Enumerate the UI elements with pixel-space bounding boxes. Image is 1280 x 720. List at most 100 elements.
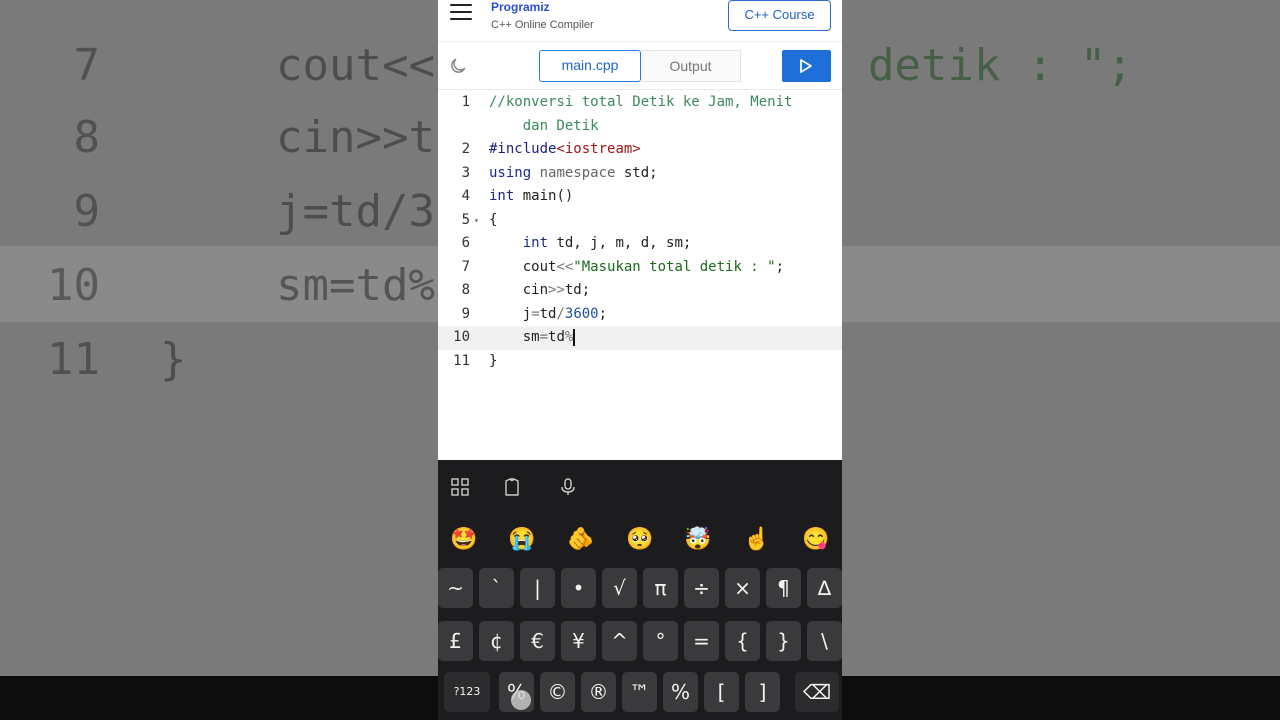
code-token: "Masukan total detik : " xyxy=(573,258,776,275)
keyboard-key[interactable]: \ xyxy=(807,621,842,661)
play-icon xyxy=(800,59,812,73)
code-line[interactable]: 6 int td, j, m, d, sm; xyxy=(438,232,842,256)
top-bar: Programiz C++ Online Compiler C++ Course xyxy=(438,0,842,42)
dark-mode-moon-icon[interactable] xyxy=(448,56,468,76)
bg-code-line: sm=td% xyxy=(276,260,435,311)
emoji-key[interactable]: ☝️ xyxy=(737,522,777,556)
code-token: dan Detik xyxy=(489,117,599,134)
grid-apps-icon[interactable] xyxy=(450,477,470,497)
code-text: cout<<"Masukan total detik : "; xyxy=(489,256,784,279)
bg-code-line: } xyxy=(160,334,187,385)
code-line[interactable]: 9 j=td/3600; xyxy=(438,303,842,327)
keyboard-key[interactable]: © xyxy=(540,672,575,712)
text-cursor xyxy=(573,328,575,346)
code-text: int td, j, m, d, sm; xyxy=(489,232,692,255)
emoji-key[interactable]: 🤯 xyxy=(678,522,718,556)
emoji-key[interactable]: 🥺 xyxy=(620,522,660,556)
code-line[interactable]: 10 sm=td% xyxy=(438,326,842,350)
keyboard-key[interactable]: [ xyxy=(704,672,739,712)
clipboard-icon[interactable] xyxy=(502,477,522,497)
code-text: //konversi total Detik ke Jam, Menit xyxy=(489,91,792,114)
menu-icon[interactable] xyxy=(450,4,472,22)
fold-arrow-icon[interactable]: ▾ xyxy=(474,209,479,232)
code-token: td xyxy=(539,305,557,322)
keyboard-key[interactable]: } xyxy=(766,621,801,661)
code-token: << xyxy=(556,258,574,275)
line-number: 9 xyxy=(461,305,470,322)
brand-logo[interactable]: Programiz xyxy=(491,0,550,14)
run-button[interactable] xyxy=(782,50,831,82)
code-token: { xyxy=(489,211,498,228)
code-token: #include xyxy=(489,141,557,157)
bg-code-tail: detik : "; xyxy=(868,40,1133,91)
code-line[interactable]: 3 using namespace std; xyxy=(438,162,842,186)
code-text: using namespace std; xyxy=(489,162,658,185)
code-token: int xyxy=(489,188,515,204)
tab-main-cpp[interactable]: main.cpp xyxy=(539,50,641,82)
code-text: int main() xyxy=(489,185,573,208)
bg-line-number: 7 xyxy=(73,40,101,91)
code-text: } xyxy=(489,350,497,373)
code-line[interactable]: 1 //konversi total Detik ke Jam, Menit xyxy=(438,91,842,115)
microphone-icon[interactable] xyxy=(558,477,578,497)
keyboard-key[interactable]: ] xyxy=(745,672,780,712)
keyboard-key[interactable]: ^ xyxy=(602,621,637,661)
code-line[interactable]: 8 cin>>td; xyxy=(438,279,842,303)
emoji-key[interactable]: 😋 xyxy=(796,522,836,556)
keyboard-key[interactable]: ¶ xyxy=(766,568,801,608)
keyboard-key[interactable]: • xyxy=(561,568,596,608)
code-token: //konversi total Detik ke Jam, Menit xyxy=(489,94,793,110)
line-number: 5 xyxy=(461,211,470,228)
keyboard-key[interactable]: % xyxy=(663,672,698,712)
code-token: int xyxy=(522,235,549,251)
code-token: = xyxy=(539,329,549,345)
tab-output[interactable]: Output xyxy=(641,50,741,82)
keyboard-key[interactable]: ⌫ xyxy=(795,672,839,712)
keyboard-key[interactable]: | xyxy=(520,568,555,608)
keyboard-key[interactable]: = xyxy=(684,621,719,661)
keyboard-key[interactable]: € xyxy=(520,621,555,661)
symbol-row-2: £ ¢ € ¥ ^ ° ={} \ xyxy=(438,621,842,663)
keyboard-key[interactable]: ∆ xyxy=(807,568,842,608)
keyboard-key[interactable]: ~ xyxy=(438,568,473,608)
keyboard-key[interactable]: × xyxy=(725,568,760,608)
keyboard-key[interactable]: { xyxy=(725,621,760,661)
keyboard-key[interactable]: ™ xyxy=(622,672,657,712)
code-token: td xyxy=(548,329,565,345)
emoji-key[interactable]: 😭 xyxy=(502,522,542,556)
keyboard-key[interactable]: ÷ xyxy=(684,568,719,608)
code-token: namespace xyxy=(531,164,616,181)
code-token: main() xyxy=(514,188,574,204)
keyboard-key[interactable]: £ xyxy=(438,621,473,661)
bg-code-line: j=td/3 xyxy=(276,186,435,237)
code-line[interactable]: 5 ▾ { xyxy=(438,209,842,233)
emoji-key[interactable]: 🫵 xyxy=(561,522,601,556)
keyboard-key[interactable]: ° xyxy=(643,621,678,661)
code-token: using xyxy=(489,164,532,181)
line-number: 7 xyxy=(461,258,470,275)
code-line[interactable]: 7 cout<<"Masukan total detik : "; xyxy=(438,256,842,280)
code-token: 3600 xyxy=(564,305,599,322)
course-button[interactable]: C++ Course xyxy=(728,0,831,31)
code-line[interactable]: 4 int main() xyxy=(438,185,842,209)
keyboard-key[interactable]: ?123 xyxy=(444,672,490,712)
keyboard-key[interactable]: ® xyxy=(581,672,616,712)
keyboard-key[interactable]: √ xyxy=(602,568,637,608)
code-token: std; xyxy=(615,164,658,181)
phone-screen: Programiz C++ Online Compiler C++ Course… xyxy=(438,0,842,720)
keyboard-key[interactable]: ¢ xyxy=(479,621,514,661)
keyboard-key[interactable]: ` xyxy=(479,568,514,608)
emoji-key[interactable]: 🤩 xyxy=(444,522,484,556)
line-number: 1 xyxy=(461,94,470,110)
brand-subtitle: C++ Online Compiler xyxy=(491,19,594,31)
bg-code-line: cin>>t xyxy=(276,112,435,163)
code-editor[interactable]: 1 //konversi total Detik ke Jam, Menit da… xyxy=(438,90,842,460)
line-number: 3 xyxy=(461,164,470,181)
code-line[interactable]: 11} xyxy=(438,350,842,374)
bg-line-number: 10 xyxy=(47,260,100,311)
symbol-row-3: ?123%©®™%[]⌫ xyxy=(438,672,842,714)
code-line[interactable]: dan Detik xyxy=(438,115,842,139)
keyboard-key[interactable]: π xyxy=(643,568,678,608)
code-line[interactable]: 2 #include<iostream> xyxy=(438,138,842,162)
keyboard-key[interactable]: ¥ xyxy=(561,621,596,661)
